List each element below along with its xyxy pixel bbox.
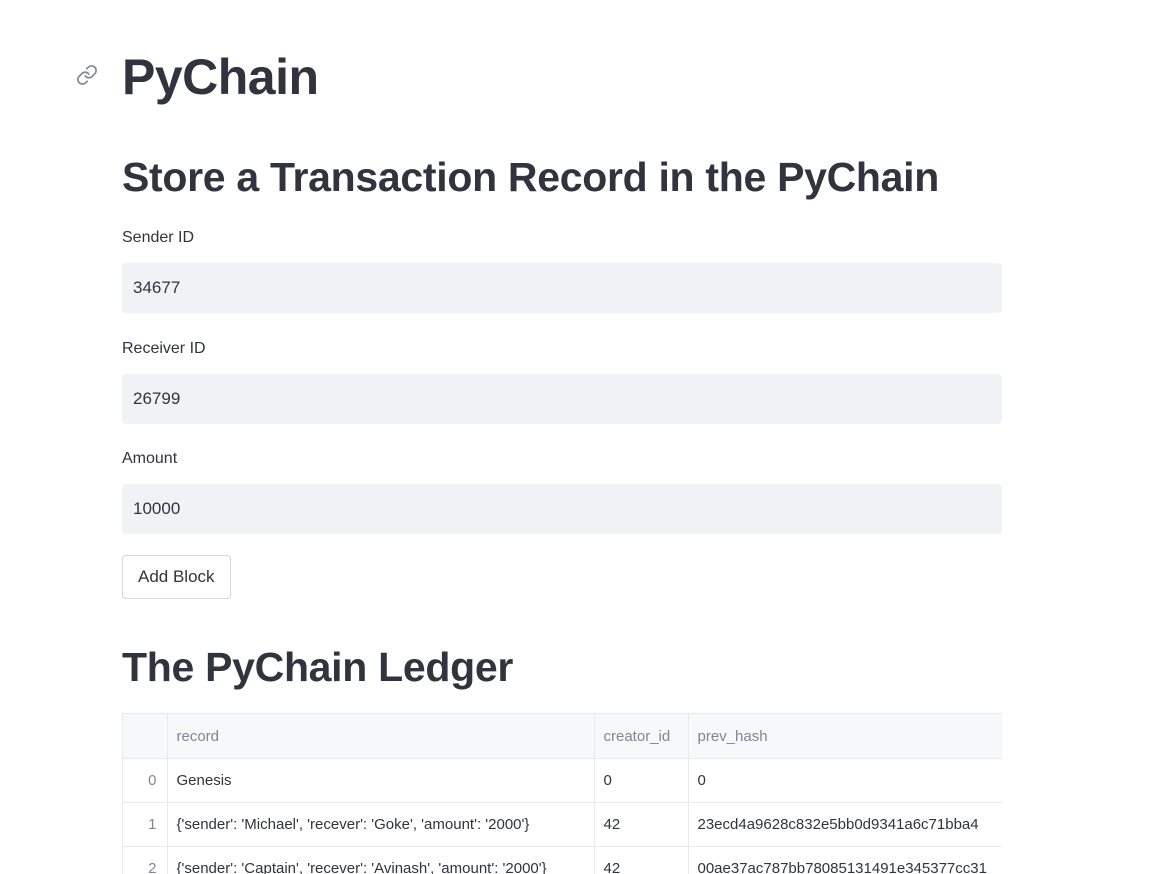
amount-input[interactable] xyxy=(122,484,1002,534)
index-header xyxy=(123,714,168,759)
row-index: 2 xyxy=(123,846,168,874)
record-header[interactable]: record xyxy=(167,714,595,759)
sender-id-input[interactable] xyxy=(122,263,1002,313)
page-title: PyChain xyxy=(122,49,319,105)
app-page: PyChain Store a Transaction Record in th… xyxy=(0,0,1163,874)
record-cell[interactable]: Genesis xyxy=(167,758,595,803)
add-block-button[interactable]: Add Block xyxy=(122,555,231,599)
amount-label: Amount xyxy=(122,450,178,467)
creator-id-cell[interactable]: 0 xyxy=(594,758,689,803)
creator-id-header[interactable]: creator_id xyxy=(594,714,689,759)
creator-id-cell[interactable]: 42 xyxy=(594,802,689,847)
ledger-table[interactable]: record creator_id prev_hash 0 Genesis 0 … xyxy=(122,713,1002,874)
receiver-id-input[interactable] xyxy=(122,374,1002,424)
row-index: 0 xyxy=(123,758,168,803)
table-row: 1 {'sender': 'Michael', 'recever': 'Goke… xyxy=(123,802,1002,847)
prev-hash-cell[interactable]: 23ecd4a9628c832e5bb0d9341a6c71bba4 xyxy=(688,802,1002,847)
prev-hash-cell[interactable]: 00ae37ac787bb78085131491e345377cc31 xyxy=(688,846,1002,874)
prev-hash-header[interactable]: prev_hash xyxy=(688,714,1002,759)
ledger-heading: The PyChain Ledger xyxy=(122,644,514,690)
sender-id-label: Sender ID xyxy=(122,229,195,246)
record-cell[interactable]: {'sender': 'Captain', 'recever': 'Avinas… xyxy=(167,846,595,874)
receiver-id-label: Receiver ID xyxy=(122,340,206,357)
creator-id-cell[interactable]: 42 xyxy=(594,846,689,874)
link-icon[interactable] xyxy=(76,64,98,86)
form-heading: Store a Transaction Record in the PyChai… xyxy=(122,154,940,200)
prev-hash-cell[interactable]: 0 xyxy=(688,758,1002,803)
record-cell[interactable]: {'sender': 'Michael', 'recever': 'Goke',… xyxy=(167,802,595,847)
table-header-row: record creator_id prev_hash xyxy=(123,714,1002,759)
table-row: 0 Genesis 0 0 xyxy=(123,758,1002,803)
table-row: 2 {'sender': 'Captain', 'recever': 'Avin… xyxy=(123,846,1002,874)
row-index: 1 xyxy=(123,802,168,847)
